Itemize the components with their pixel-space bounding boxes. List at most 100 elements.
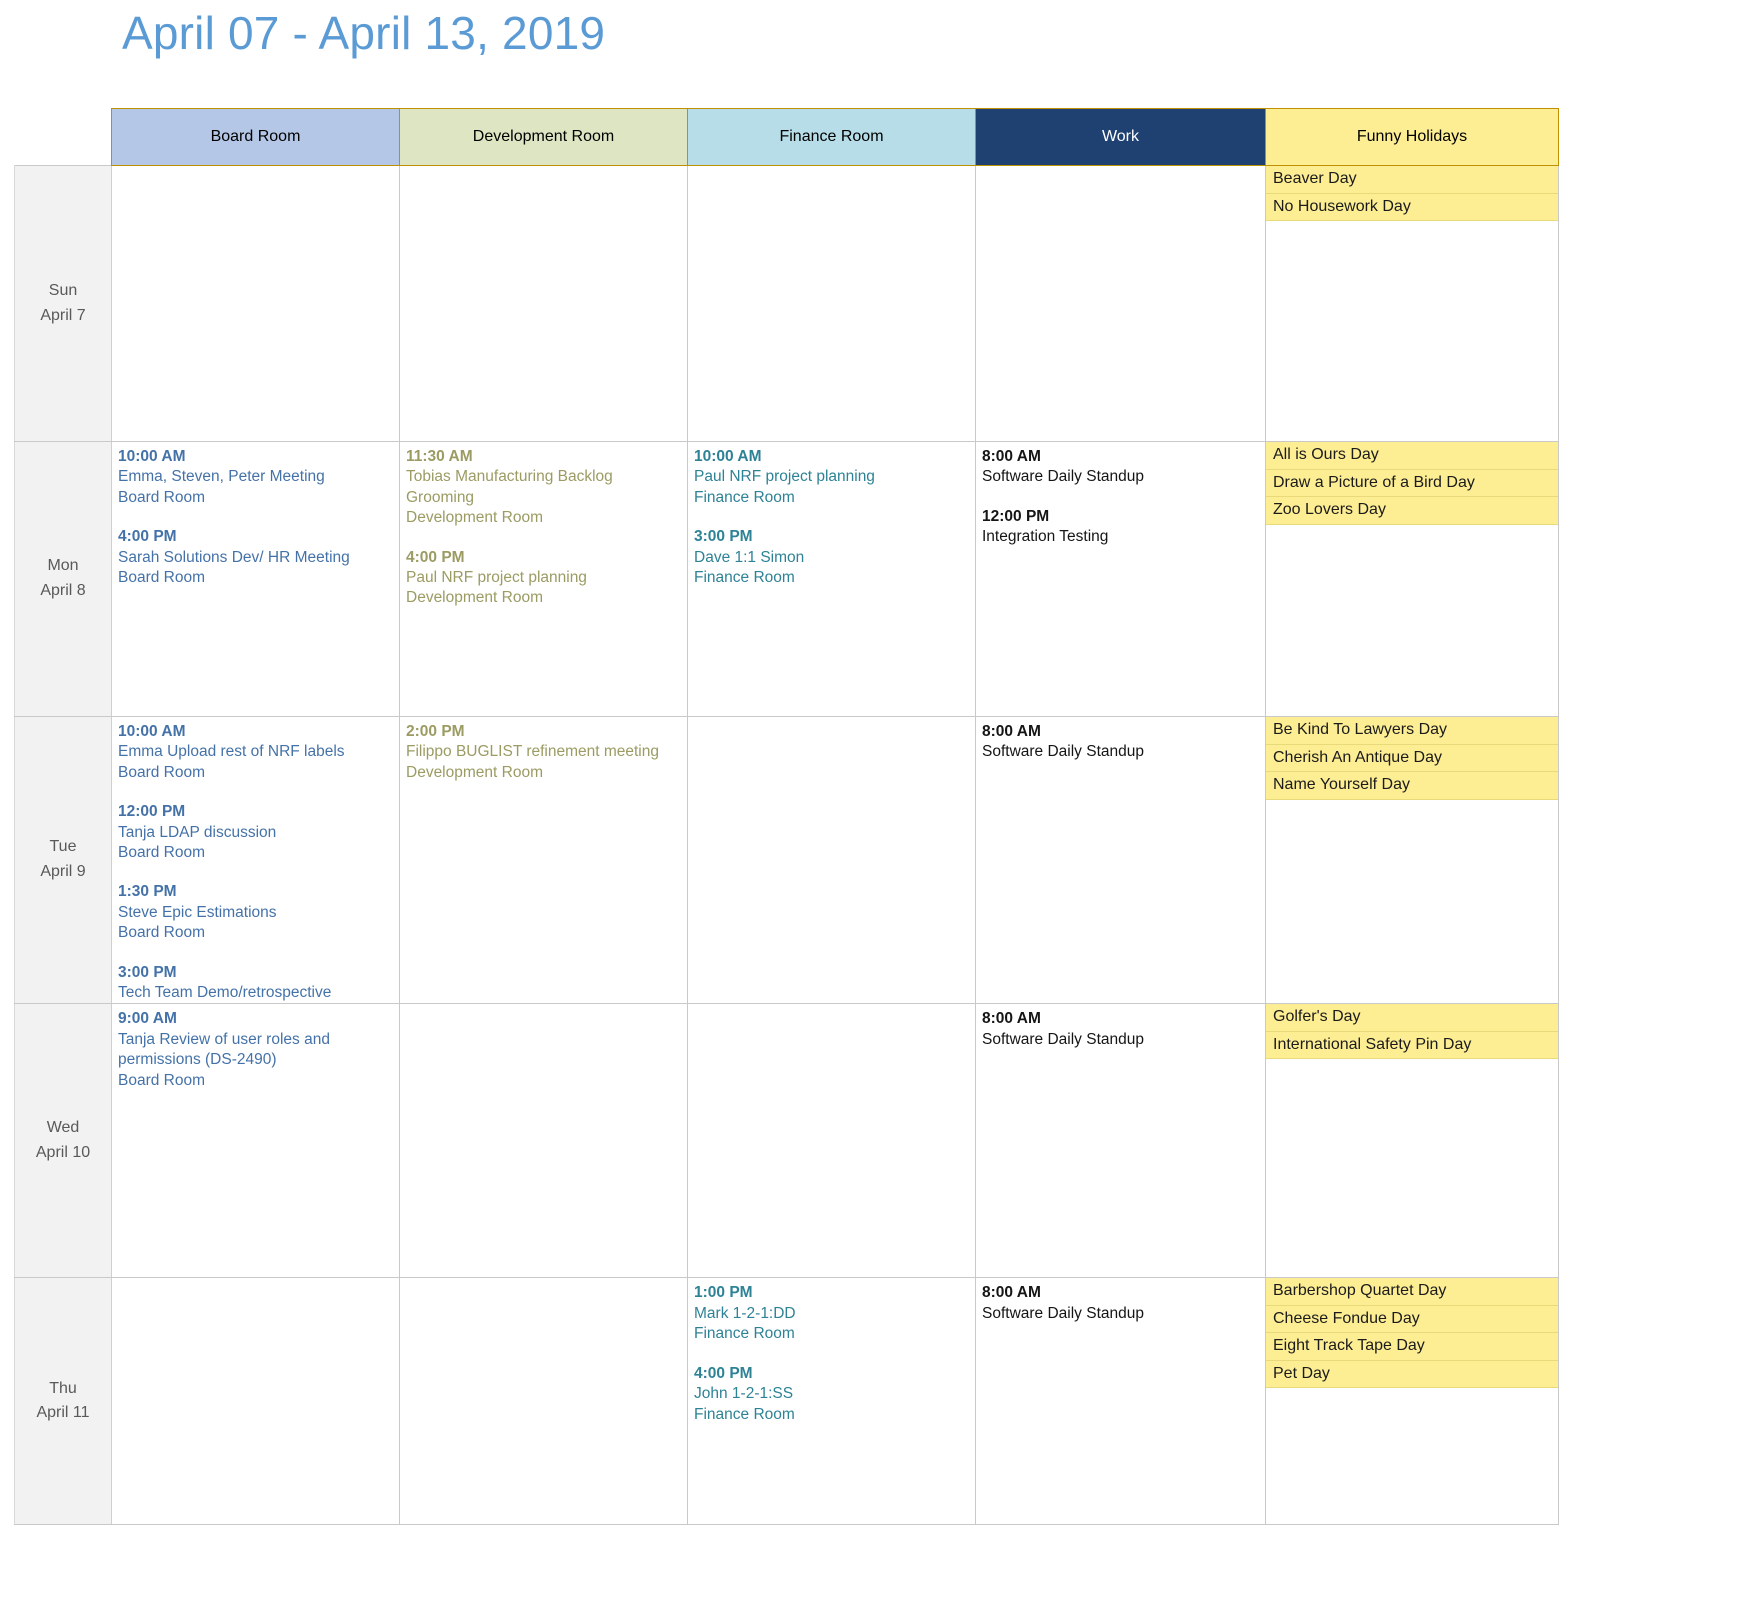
calendar-day-row: Thu April 11 1:00 PM Mark 1-2-1:DD Finance R… [14,1277,1559,1526]
holiday-item[interactable]: Zoo Lovers Day [1266,497,1558,525]
events-cell-fin[interactable]: 10:00 AM Paul NRF project planning Finance… [687,441,976,717]
event-time: 9:00 AM [118,1010,177,1028]
calendar-event[interactable]: 8:00 AM Software Daily Standup [982,1283,1265,1324]
calendar-event[interactable]: 2:00 PM Filippo BUGLIST refinement meetin… [406,722,687,783]
event-location: Finance Room [694,488,795,506]
events-cell-dev[interactable] [399,1277,688,1526]
events-cell-board[interactable]: 10:00 AM Emma, Steven, Peter Meeting Board… [111,441,400,717]
column-header-finance-room[interactable]: Finance Room [687,108,976,166]
holiday-item[interactable]: International Safety Pin Day [1266,1031,1558,1060]
event-location: Finance Room [694,1405,795,1423]
holiday-item[interactable]: Beaver Day [1266,166,1558,194]
column-header-board-room[interactable]: Board Room [111,108,400,166]
calendar-event[interactable]: 1:30 PM Steve Epic Estimations Board Room [118,882,399,943]
event-location: Development Room [406,589,543,607]
calendar-event[interactable]: 8:00 AM Software Daily Standup [982,722,1265,763]
holiday-item[interactable]: Eight Track Tape Day [1266,1333,1558,1361]
holiday-item[interactable]: Golfer's Day [1266,1004,1558,1032]
event-time: 1:30 PM [118,883,177,901]
events-cell-board[interactable]: 9:00 AM Tanja Review of user roles and per… [111,1003,400,1279]
calendar-event[interactable]: 1:00 PM Mark 1-2-1:DD Finance Room [694,1283,975,1344]
calendar-event[interactable]: 10:00 AM Emma Upload rest of NRF labels Bo… [118,722,399,783]
day-weekday: Wed [46,1119,80,1137]
events-cell-board[interactable] [111,165,400,442]
event-subject: Grooming [406,488,475,506]
events-cell-dev[interactable]: 2:00 PM Filippo BUGLIST refinement meetin… [399,715,688,1005]
calendar-event[interactable]: 12:00 PM Tanja LDAP discussion Board Room [118,802,399,863]
page-title: April 07 - April 13, 2019 [122,7,606,59]
events-cell-board[interactable]: 10:00 AM Emma Upload rest of NRF labels Bo… [111,715,400,1005]
calendar-event[interactable]: 12:00 PM Integration Testing [982,507,1265,548]
event-location: Software Daily Standup [982,1304,1144,1322]
calendar-event[interactable]: 8:00 AM Software Daily Standup [982,447,1265,488]
day-label-cell[interactable]: Thu April 11 [14,1277,112,1526]
events-cell-work[interactable] [975,165,1266,442]
events-cell-fin[interactable]: 1:00 PM Mark 1-2-1:DD Finance Room 4:00 PM J… [687,1277,976,1526]
event-time: 10:00 AM [694,448,762,465]
holidays-cell[interactable]: Golfer's Day International Safety Pin Day [1265,1003,1559,1279]
holiday-item[interactable]: Draw a Picture of a Bird Day [1266,469,1558,497]
events-cell-board[interactable] [111,1277,400,1526]
events-cell-work[interactable]: 8:00 AM Software Daily Standup [975,1277,1266,1526]
calendar-event[interactable]: 4:00 PM Paul NRF project planning Developm… [406,548,687,609]
holiday-item[interactable]: Cherish An Antique Day [1266,744,1558,772]
holidays-cell[interactable]: All is Ours Day Draw a Picture of a Bird … [1265,441,1559,717]
holiday-item[interactable]: All is Ours Day [1266,442,1558,470]
calendar-event[interactable]: 4:00 PM John 1-2-1:SS Finance Room [694,1364,975,1425]
column-header-development-room[interactable]: Development Room [399,108,688,166]
events-cell-fin[interactable] [687,715,976,1005]
calendar-event[interactable]: 8:00 AM Software Daily Standup [982,1009,1265,1050]
column-header-funny-holidays[interactable]: Funny Holidays [1265,108,1559,166]
calendar-event[interactable]: 10:00 AM Emma, Steven, Peter Meeting Board… [118,447,399,508]
calendar-event[interactable]: 10:00 AM Paul NRF project planning Finance… [694,447,975,508]
event-time: 12:00 PM [118,803,186,821]
holiday-item[interactable]: Pet Day [1266,1360,1558,1389]
holiday-item[interactable]: Name Yourself Day [1266,772,1558,800]
column-header-work[interactable]: Work [975,108,1266,166]
day-label-cell[interactable]: Sun April 7 [14,165,112,442]
holidays-cell[interactable]: Barbershop Quartet Day Cheese Fondue Day E… [1265,1277,1559,1526]
events-cell-fin[interactable] [687,1003,976,1279]
event-location: Board Room [118,844,206,862]
event-time: 4:00 PM [694,1364,753,1382]
calendar-event[interactable]: 3:00 PM Tech Team Demo/retrospective [118,963,399,1003]
events-cell-fin[interactable] [687,165,976,442]
events-cell-dev[interactable] [399,165,688,442]
event-location: Finance Room [694,1325,795,1343]
holiday-item[interactable]: Barbershop Quartet Day [1266,1278,1558,1306]
event-time: 4:00 PM [406,548,465,566]
holiday-item[interactable]: Cheese Fondue Day [1266,1305,1558,1334]
events-cell-dev[interactable] [399,1003,688,1279]
event-subject: Emma, Steven, Peter Meeting [118,468,325,486]
calendar-event[interactable]: 3:00 PM Dave 1:1 Simon Finance Room [694,527,975,588]
event-location: Board Room [118,763,206,781]
day-date: April 10 [35,1143,91,1161]
event-time: 3:00 PM [118,963,177,981]
events-cell-work[interactable]: 8:00 AM Software Daily Standup 12:00 PM Int… [975,441,1266,717]
event-time: 4:00 PM [118,528,177,546]
calendar-event[interactable]: 11:30 AM Tobias Manufacturing Backlog Groo… [406,447,687,529]
day-weekday: Mon [47,557,79,575]
day-label-cell[interactable]: Mon April 8 [14,441,112,717]
calendar-event[interactable]: 9:00 AM Tanja Review of user roles and per… [118,1009,399,1091]
holiday-item[interactable]: No Housework Day [1266,193,1558,221]
holiday-item[interactable]: Be Kind To Lawyers Day [1266,717,1558,745]
calendar-page: April 07 - April 13, 2019 Board Room Dev… [0,0,1749,1604]
events-cell-work[interactable]: 8:00 AM Software Daily Standup [975,1003,1266,1279]
day-label-cell[interactable]: Wed April 10 [14,1003,112,1279]
holidays-cell[interactable]: Beaver Day No Housework Day [1265,165,1559,442]
event-subject: Mark 1-2-1:DD [694,1304,796,1322]
day-label-cell[interactable]: Tue April 9 [14,715,112,1005]
calendar-event[interactable]: 4:00 PM Sarah Solutions Dev/ HR Meeting Bo… [118,527,399,588]
events-cell-work[interactable]: 8:00 AM Software Daily Standup [975,715,1266,1005]
calendar-header-row: Board Room Development Room Finance Room… [14,108,1559,166]
holidays-cell[interactable]: Be Kind To Lawyers Day Cherish An Antique… [1265,715,1559,1005]
day-date: April 11 [36,1404,90,1422]
holiday-list: Beaver Day No Housework Day [1266,166,1558,221]
event-time: 11:30 AM [406,448,473,465]
event-time: 8:00 AM [982,448,1041,465]
events-cell-dev[interactable]: 11:30 AM Tobias Manufacturing Backlog Groo… [399,441,688,717]
event-subject: Tobias Manufacturing Backlog [406,468,613,486]
calendar-day-row: Tue April 9 10:00 AM Emma Upload rest of NR… [14,715,1559,1005]
holiday-list: Barbershop Quartet Day Cheese Fondue Day E… [1266,1278,1558,1389]
